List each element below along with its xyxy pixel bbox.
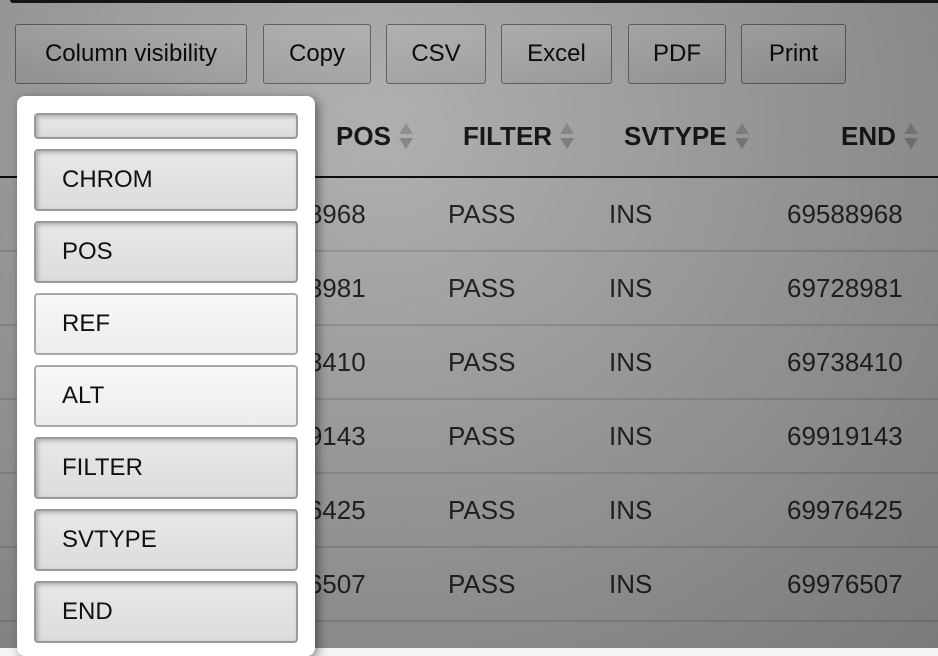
cell-end: 69919143	[787, 420, 903, 451]
cell-svtype: INS	[609, 494, 653, 525]
column-visibility-button[interactable]: Column visibility	[15, 24, 247, 84]
column-toggle-alt[interactable]: ALT	[34, 365, 298, 427]
cell-svtype: INS	[609, 346, 653, 377]
page-top-bar	[10, 0, 938, 3]
column-toggle-ref[interactable]: REF	[34, 293, 298, 355]
cell-filter: PASS	[448, 568, 516, 599]
csv-button[interactable]: CSV	[386, 24, 486, 84]
column-toggle-svtype[interactable]: SVTYPE	[34, 509, 298, 571]
column-toggle-filter[interactable]: FILTER	[34, 437, 298, 499]
cell-end: 69588968	[787, 198, 903, 229]
column-header-pos[interactable]: POS	[336, 96, 413, 176]
cell-svtype: INS	[609, 272, 653, 303]
cell-filter: PASS	[448, 346, 516, 377]
excel-button[interactable]: Excel	[501, 24, 612, 84]
sort-both-icon	[734, 121, 749, 151]
cell-svtype: INS	[609, 568, 653, 599]
column-toggle-pos[interactable]: POS	[34, 221, 298, 283]
print-button[interactable]: Print	[741, 24, 846, 84]
cell-svtype: INS	[609, 420, 653, 451]
column-header-label: SVTYPE	[624, 120, 727, 151]
column-header-end[interactable]: END	[841, 96, 918, 176]
cell-end: 69976507	[787, 568, 903, 599]
column-header-label: FILTER	[463, 120, 553, 151]
cell-end: 69728981	[787, 272, 903, 303]
column-toggle-chrom[interactable]: CHROM	[34, 149, 298, 211]
column-toggle-end[interactable]: END	[34, 581, 298, 643]
cell-svtype: INS	[609, 198, 653, 229]
sort-both-icon	[398, 121, 413, 151]
cell-filter: PASS	[448, 494, 516, 525]
column-header-filter[interactable]: FILTER	[463, 96, 575, 176]
column-header-svtype[interactable]: SVTYPE	[624, 96, 749, 176]
column-header-label: POS	[336, 120, 391, 151]
column-visibility-dropdown: CHROM POS REF ALT FILTER SVTYPE END	[17, 96, 315, 656]
cell-end: 69738410	[787, 346, 903, 377]
copy-button[interactable]: Copy	[263, 24, 371, 84]
cell-end: 69976425	[787, 494, 903, 525]
column-header-label: END	[841, 120, 896, 151]
cell-filter: PASS	[448, 198, 516, 229]
sort-both-icon	[903, 121, 918, 151]
column-toggle-blank[interactable]	[34, 113, 298, 139]
sort-both-icon	[560, 121, 575, 151]
pdf-button[interactable]: PDF	[628, 24, 726, 84]
cell-filter: PASS	[448, 272, 516, 303]
cell-filter: PASS	[448, 420, 516, 451]
